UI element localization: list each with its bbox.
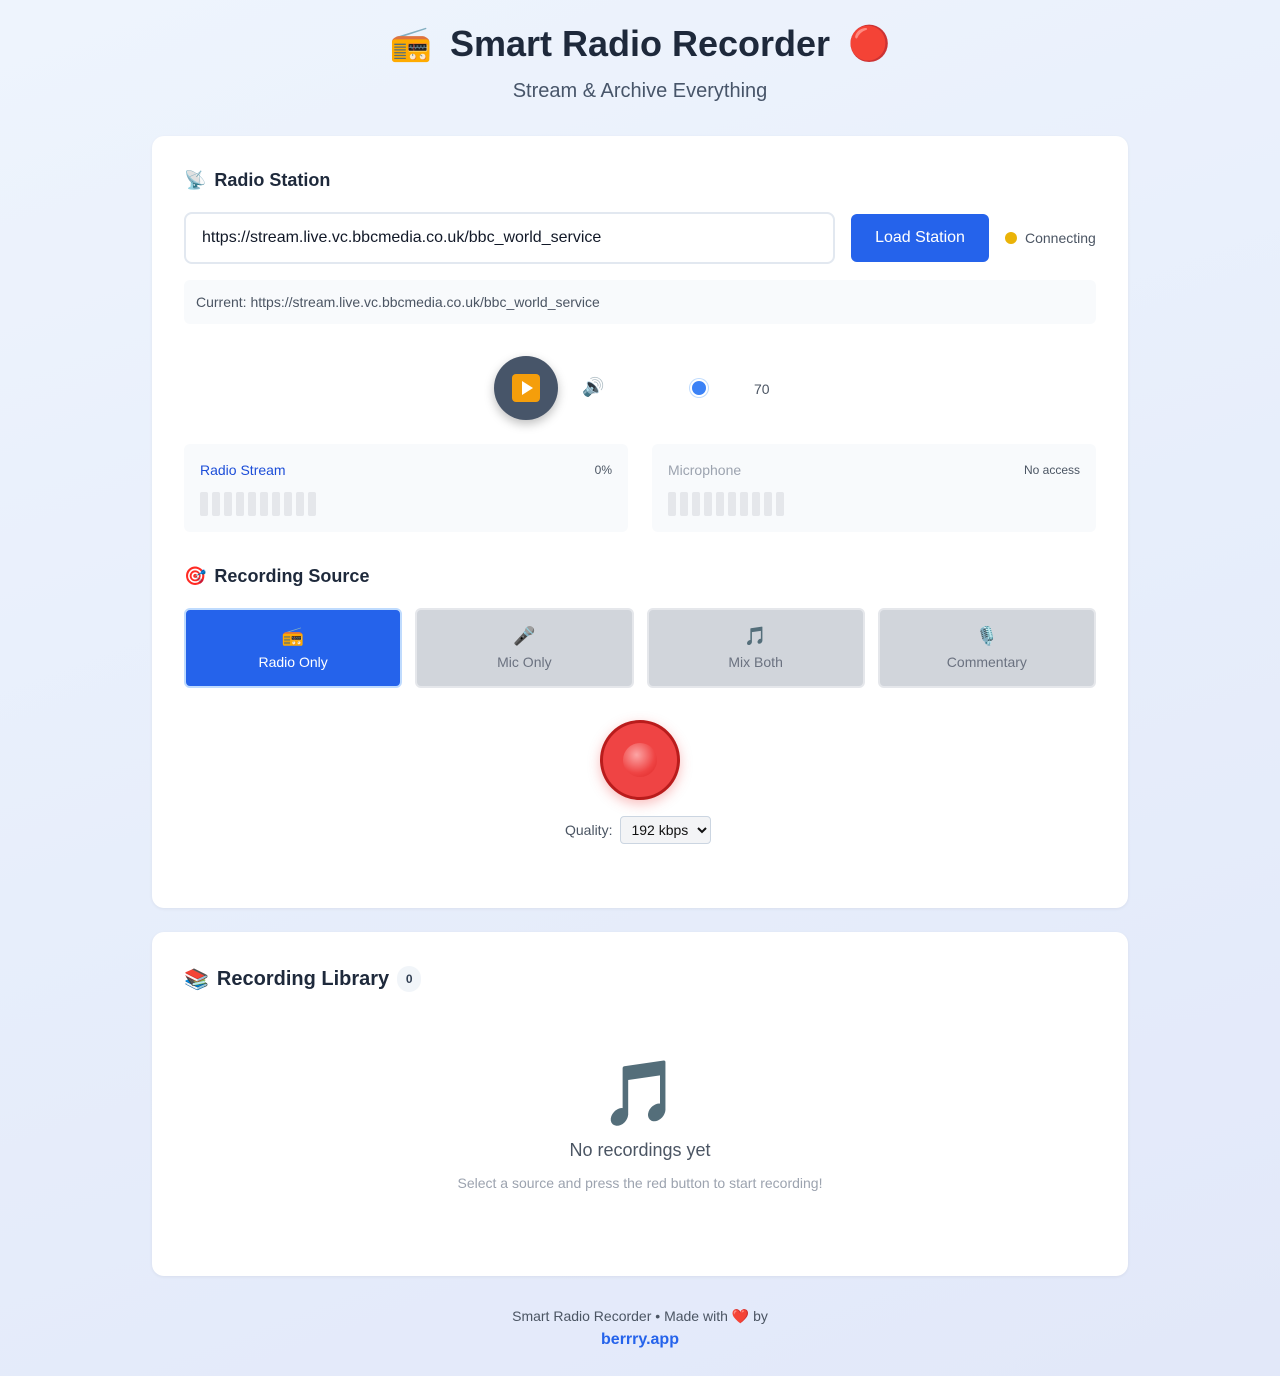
level-bar (776, 492, 784, 516)
heart-icon: ❤️ (731, 1308, 750, 1324)
microphone-label: Microphone (668, 462, 742, 478)
radio-level-bars (200, 492, 316, 516)
recording-library-heading: 📚 Recording Library 0 (184, 966, 422, 992)
footer-text: Smart Radio Recorder • Made with (512, 1308, 728, 1324)
radio-station-title: Radio Station (214, 170, 331, 190)
status-text: Connecting (1025, 230, 1096, 246)
footer-credit: Smart Radio Recorder • Made with ❤️ by (0, 1308, 1280, 1325)
music-note-icon: 🎵 (744, 626, 767, 646)
app-header: 📻 Smart Radio Recorder 🔴 Stream & Archiv… (0, 22, 1280, 103)
level-bar (248, 492, 256, 516)
source-mic-only-button[interactable]: 🎤 Mic Only (415, 608, 634, 688)
level-bar (260, 492, 268, 516)
level-bar (224, 492, 232, 516)
volume-value: 70 (754, 381, 770, 397)
source-radio-only-button[interactable]: 📻 Radio Only (184, 608, 403, 688)
level-bar (728, 492, 736, 516)
status-dot-icon (1005, 232, 1017, 244)
level-bar (752, 492, 760, 516)
footer: Smart Radio Recorder • Made with ❤️ by b… (0, 1308, 1280, 1349)
microphone-level: No access (1023, 463, 1080, 477)
level-bar (308, 492, 316, 516)
station-url-input[interactable] (184, 212, 835, 264)
level-bar (236, 492, 244, 516)
microphone-icon: 🎤 (513, 626, 536, 646)
load-station-button[interactable]: Load Station (851, 214, 989, 262)
record-button[interactable] (600, 720, 680, 800)
level-bar (272, 492, 280, 516)
level-bar (716, 492, 724, 516)
radio-stream-level: 0% (594, 463, 612, 477)
play-icon (512, 374, 540, 402)
speaker-icon: 🔊 (582, 377, 605, 397)
source-label: Commentary (946, 654, 1027, 670)
recording-library-title: Recording Library (216, 967, 390, 990)
record-dot-icon: 🔴 (848, 25, 891, 63)
source-label: Mix Both (728, 654, 783, 670)
radio-stream-meter: Radio Stream 0% (184, 444, 628, 532)
title-row: 📻 Smart Radio Recorder 🔴 (0, 22, 1280, 66)
microphone-meter: Microphone No access (652, 444, 1096, 532)
level-bar (212, 492, 220, 516)
level-bar (692, 492, 700, 516)
footer-by: by (753, 1308, 768, 1324)
recording-source-heading: 🎯 Recording Source (184, 566, 369, 587)
books-icon: 📚 (184, 968, 209, 991)
level-bar (668, 492, 676, 516)
current-station-info: Current: https://stream.live.vc.bbcmedia… (184, 280, 1096, 324)
empty-state-title: No recordings yet (569, 1140, 711, 1160)
source-mix-both-button[interactable]: 🎵 Mix Both (646, 608, 865, 688)
level-bar (284, 492, 292, 516)
mic-level-bars (668, 492, 784, 516)
quality-control: Quality: 192 kbps (565, 816, 712, 844)
level-bar (200, 492, 208, 516)
quality-select[interactable]: 192 kbps (620, 816, 712, 844)
volume-slider-thumb[interactable] (690, 379, 708, 397)
quality-label: Quality: (565, 822, 613, 838)
target-icon: 🎯 (184, 566, 207, 586)
level-bar (740, 492, 748, 516)
source-label: Radio Only (258, 654, 328, 670)
radio-icon: 📻 (281, 626, 305, 646)
source-label: Mic Only (497, 654, 552, 670)
station-card: 📡 Radio Station Load Station Connecting … (152, 136, 1128, 908)
footer-link[interactable]: berrry.app (0, 1331, 1280, 1349)
radio-stream-label: Radio Stream (200, 462, 286, 478)
studio-microphone-icon: 🎙️ (975, 626, 999, 646)
empty-state-hint: Select a source and press the red button… (457, 1175, 823, 1191)
record-icon (623, 743, 657, 777)
level-bar (680, 492, 688, 516)
recording-source-title: Recording Source (214, 566, 370, 586)
radio-icon: 📻 (389, 25, 432, 63)
level-bar (704, 492, 712, 516)
satellite-icon: 📡 (184, 170, 207, 190)
radio-station-heading: 📡 Radio Station (184, 170, 330, 191)
volume-slider-track[interactable] (618, 386, 742, 390)
page-subtitle: Stream & Archive Everything (512, 80, 768, 102)
source-commentary-button[interactable]: 🎙️ Commentary (877, 608, 1096, 688)
play-button[interactable] (494, 356, 558, 420)
empty-state: 🎵 No recordings yet Select a source and … (152, 1058, 1128, 1191)
music-note-icon: 🎵 (600, 1057, 680, 1129)
level-bar (296, 492, 304, 516)
connection-status: Connecting (1005, 230, 1096, 246)
source-options: 📻 Radio Only 🎤 Mic Only 🎵 Mix Both 🎙️ Co… (184, 608, 1096, 688)
library-card: 📚 Recording Library 0 🎵 No recordings ye… (152, 932, 1128, 1276)
recording-count-badge: 0 (397, 966, 422, 992)
level-bar (764, 492, 772, 516)
page-title: Smart Radio Recorder (449, 23, 831, 64)
